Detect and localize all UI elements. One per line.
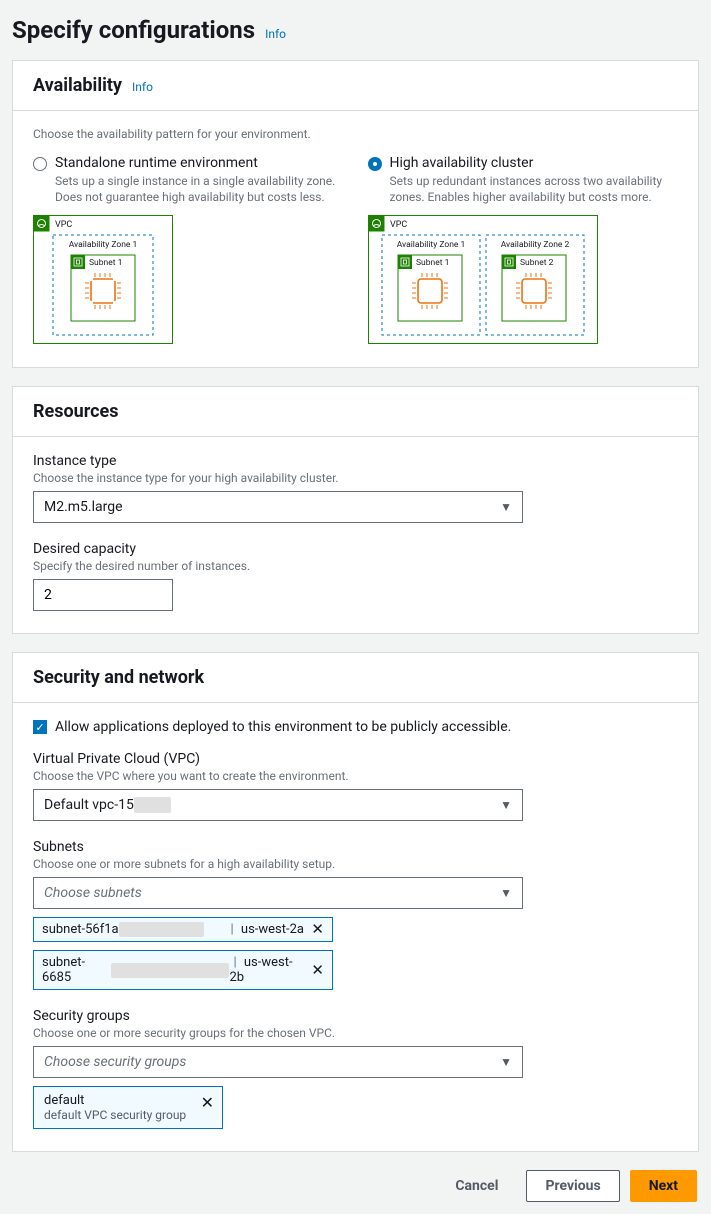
security-panel: Security and network ✓ Allow application… xyxy=(12,652,699,1152)
chevron-down-icon: ▼ xyxy=(500,886,512,900)
subnets-placeholder: Choose subnets xyxy=(44,885,142,901)
standalone-radio-label: Standalone runtime environment xyxy=(55,155,344,171)
next-button[interactable]: Next xyxy=(630,1170,697,1202)
security-group-token-desc: default VPC security group xyxy=(44,1108,212,1122)
public-access-checkbox[interactable]: ✓ Allow applications deployed to this en… xyxy=(33,719,678,735)
ha-radio-desc: Sets up redundant instances across two a… xyxy=(390,173,679,205)
instance-type-label: Instance type xyxy=(33,453,678,469)
previous-button[interactable]: Previous xyxy=(526,1170,619,1202)
desired-capacity-input[interactable] xyxy=(33,579,173,611)
public-access-label: Allow applications deployed to this envi… xyxy=(55,719,511,735)
ha-diagram: VPC Availability Zone 1 Subnet 1 xyxy=(368,215,679,345)
resources-panel: Resources Instance type Choose the insta… xyxy=(12,386,699,634)
standalone-vpc-label: VPC xyxy=(55,220,72,230)
resources-panel-header: Resources xyxy=(13,387,698,437)
instance-type-select[interactable]: M2.m5.large ▼ xyxy=(33,491,523,523)
security-groups-select[interactable]: Choose security groups ▼ xyxy=(33,1046,523,1078)
vpc-hint: Choose the VPC where you want to create … xyxy=(33,769,678,783)
availability-standalone-radio[interactable]: Standalone runtime environment Sets up a… xyxy=(33,155,344,205)
page-info-link[interactable]: Info xyxy=(265,27,286,41)
radio-selected-icon xyxy=(368,157,382,171)
security-group-token-name: default xyxy=(44,1093,212,1108)
remove-subnet-icon[interactable]: ✕ xyxy=(311,922,324,937)
standalone-diagram: VPC Availability Zone 1 Subnet 1 xyxy=(33,215,344,345)
instance-type-hint: Choose the instance type for your high a… xyxy=(33,471,678,485)
vpc-label: Virtual Private Cloud (VPC) xyxy=(33,751,678,767)
subnet-token: subnet-56f1axxxxxxxxxxxxx | us-west-2a ✕ xyxy=(33,917,333,942)
chevron-down-icon: ▼ xyxy=(500,798,512,812)
standalone-radio-desc: Sets up a single instance in a single av… xyxy=(55,173,344,205)
security-groups-label: Security groups xyxy=(33,1008,678,1024)
availability-panel: Availability Info Choose the availabilit… xyxy=(12,60,699,368)
remove-security-group-icon[interactable]: ✕ xyxy=(201,1093,214,1112)
availability-heading: Availability xyxy=(33,75,122,96)
ha-az2-label: Availability Zone 2 xyxy=(500,240,569,250)
vpc-select[interactable]: Default vpc-15xxxxx ▼ xyxy=(33,789,523,821)
cancel-button[interactable]: Cancel xyxy=(437,1170,516,1202)
remove-subnet-icon[interactable]: ✕ xyxy=(311,963,324,978)
ha-radio-label: High availability cluster xyxy=(390,155,679,171)
chevron-down-icon: ▼ xyxy=(500,500,512,514)
desired-capacity-hint: Specify the desired number of instances. xyxy=(33,559,678,573)
subnets-select[interactable]: Choose subnets ▼ xyxy=(33,877,523,909)
security-heading: Security and network xyxy=(33,667,204,688)
page-title: Specify configurations Info xyxy=(12,16,699,44)
availability-ha-radio[interactable]: High availability cluster Sets up redund… xyxy=(368,155,679,205)
page-title-text: Specify configurations xyxy=(12,16,255,44)
standalone-subnet-label: Subnet 1 xyxy=(89,258,122,268)
security-panel-header: Security and network xyxy=(13,653,698,703)
ha-az1-label: Availability Zone 1 xyxy=(396,240,465,250)
ha-vpc-label: VPC xyxy=(390,220,407,230)
resources-heading: Resources xyxy=(33,401,119,422)
subnet-token: subnet-6685xxxxxxxxxxxxxxxxxx | us-west-… xyxy=(33,950,333,990)
ha-subnet2-label: Subnet 2 xyxy=(520,258,554,268)
availability-info-link[interactable]: Info xyxy=(132,80,153,94)
availability-panel-header: Availability Info xyxy=(13,61,698,111)
chevron-down-icon: ▼ xyxy=(500,1055,512,1069)
availability-helper: Choose the availability pattern for your… xyxy=(33,127,678,141)
desired-capacity-label: Desired capacity xyxy=(33,541,678,557)
ha-subnet1-label: Subnet 1 xyxy=(416,258,449,268)
security-groups-hint: Choose one or more security groups for t… xyxy=(33,1026,678,1040)
subnets-hint: Choose one or more subnets for a high av… xyxy=(33,857,678,871)
security-groups-placeholder: Choose security groups xyxy=(44,1054,186,1070)
standalone-az-label: Availability Zone 1 xyxy=(69,240,138,250)
instance-type-value: M2.m5.large xyxy=(44,499,123,515)
checkbox-checked-icon: ✓ xyxy=(33,720,47,734)
radio-unselected-icon xyxy=(33,157,47,171)
subnets-label: Subnets xyxy=(33,839,678,855)
security-group-token: default default VPC security group ✕ xyxy=(33,1086,223,1129)
wizard-footer: Cancel Previous Next xyxy=(12,1170,699,1202)
vpc-value: Default vpc-15xxxxx xyxy=(44,797,171,813)
